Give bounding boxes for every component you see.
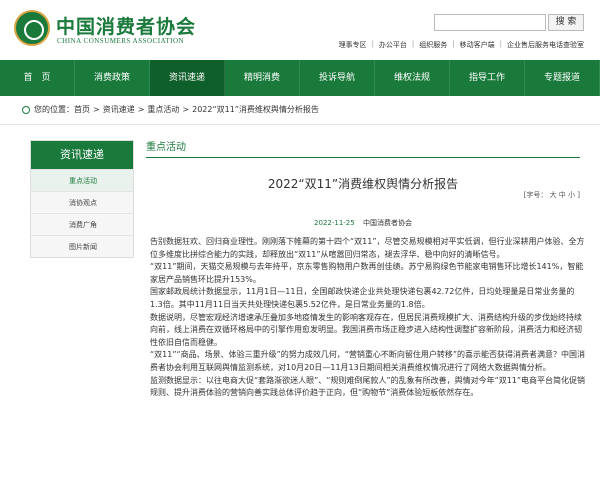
breadcrumb-home[interactable]: 首页 <box>74 104 90 115</box>
font-size-small[interactable]: 小 <box>568 191 575 199</box>
article-paragraph: 国家邮政局统计数据显示，11月1日—11日，全国邮政快递企业共处理快递包裹42.… <box>150 287 575 309</box>
breadcrumb-prefix: 您的位置： <box>34 105 74 114</box>
font-size-label: [字号： <box>523 191 548 199</box>
top-link-divider: | <box>411 40 415 48</box>
article-source: 中国消费者协会 <box>362 219 412 227</box>
article-paragraph: 告别数据狂欢、回归商业理性。刚刚落下帷幕的第十四个“双11”，尽管交易规模相对平… <box>150 237 585 259</box>
nav-complaint[interactable]: 投诉导航 <box>300 60 375 96</box>
article-title: 2022“双11”消费维权舆情分析报告 <box>267 177 459 191</box>
breadcrumb: 您的位置： 首页 > 资讯速递 > 重点活动 > 2022“双11”消费维权舆情… <box>22 104 319 115</box>
section-header: 重点活动 <box>146 136 580 158</box>
breadcrumb-current: 2022“双11”消费维权舆情分析报告 <box>192 105 319 114</box>
article-paragraph: “双11”期间，天猫交易规模与去年持平，京东零售购物用户数再创佳绩。苏宁易购绿色… <box>150 262 584 284</box>
breadcrumb-separator: > <box>182 105 190 114</box>
article-date: 2022-11-25 <box>314 219 355 227</box>
site-header: 中国消费者协会 CHINA CONSUMERS ASSOCIATION 搜 索 … <box>0 0 600 60</box>
nav-regulations[interactable]: 维权法规 <box>375 60 450 96</box>
top-link-office[interactable]: 办公平台 <box>379 40 407 50</box>
sidebar-item-key-activities[interactable]: 重点活动 <box>31 169 133 191</box>
sidebar-item-photo-news[interactable]: 图片新闻 <box>31 235 133 257</box>
font-size-medium[interactable]: 中 <box>559 191 566 199</box>
top-link-org[interactable]: 组织服务 <box>419 40 447 50</box>
nav-home[interactable]: 首 页 <box>0 60 75 96</box>
breadcrumb-news[interactable]: 资讯速递 <box>103 104 135 115</box>
font-size-control: [字号： 大 中 小 ] <box>524 190 580 200</box>
nav-smart-consumption[interactable]: 精明消费 <box>225 60 300 96</box>
breadcrumb-separator: > <box>93 105 100 114</box>
article-paragraph: 监测数据显示：以往电商大促“套路渐欲迷人眼”、“规则难倒尾款人”的乱象有所改善，… <box>150 375 586 398</box>
nav-policy[interactable]: 消费政策 <box>75 60 150 96</box>
breadcrumb-activities[interactable]: 重点活动 <box>147 104 179 115</box>
top-link-aftersales[interactable]: 企业售后服务电话查验室 <box>507 40 584 50</box>
site-logo-subtitle: CHINA CONSUMERS ASSOCIATION <box>57 37 185 45</box>
section-title: 重点活动 <box>146 142 186 153</box>
sidebar-title: 资讯速递 <box>31 141 133 169</box>
top-link-council[interactable]: 理事专区 <box>339 40 367 50</box>
top-link-divider: | <box>371 40 374 48</box>
nav-guidance[interactable]: 指导工作 <box>450 60 525 96</box>
breadcrumb-separator: > <box>137 105 145 114</box>
top-link-divider: | <box>452 40 455 48</box>
main-nav: 首 页 消费政策 资讯速递 精明消费 投诉导航 维权法规 指导工作 专题报道 <box>0 60 600 96</box>
breadcrumb-divider <box>0 124 600 125</box>
font-size-large[interactable]: 大 <box>550 191 557 199</box>
article-meta: 2022-11-25 中国消费者协会 <box>146 218 580 228</box>
sidebar: 资讯速递 重点活动 消协观点 消费广角 图片新闻 <box>30 140 134 258</box>
article-paragraph: 数据说明，尽管宏观经济增速承压叠加多地疫情发生的影响客观存在，但居民消费规模扩大… <box>150 312 582 347</box>
cca-logo-icon[interactable] <box>14 10 50 46</box>
site-logo-title[interactable]: 中国消费者协会 <box>56 12 196 39</box>
search-button[interactable]: 搜 索 <box>548 14 584 31</box>
article-body: 告别数据狂欢、回归商业理性。刚刚落下帷幕的第十四个“双11”，尽管交易规模相对平… <box>150 236 586 478</box>
top-link-divider: | <box>499 40 502 48</box>
nav-special-reports[interactable]: 专题报道 <box>525 60 600 96</box>
top-links: 理事专区 | 办公平台 | 组织服务 | 移动客户端 | 企业售后服务电话查验室 <box>339 40 584 50</box>
search-input[interactable] <box>434 14 546 31</box>
location-icon <box>22 105 30 114</box>
sidebar-item-views[interactable]: 消协观点 <box>31 191 133 213</box>
top-link-mobile[interactable]: 移动客户端 <box>460 40 495 50</box>
nav-news[interactable]: 资讯速递 <box>150 60 225 96</box>
article-paragraph: “双11”“商品、场景、体验三重升级”的努力成效几何，“营销重心不断向留住用户转… <box>150 350 586 372</box>
font-size-end: ] <box>577 191 580 199</box>
sidebar-item-consumer-angle[interactable]: 消费广角 <box>31 213 133 235</box>
